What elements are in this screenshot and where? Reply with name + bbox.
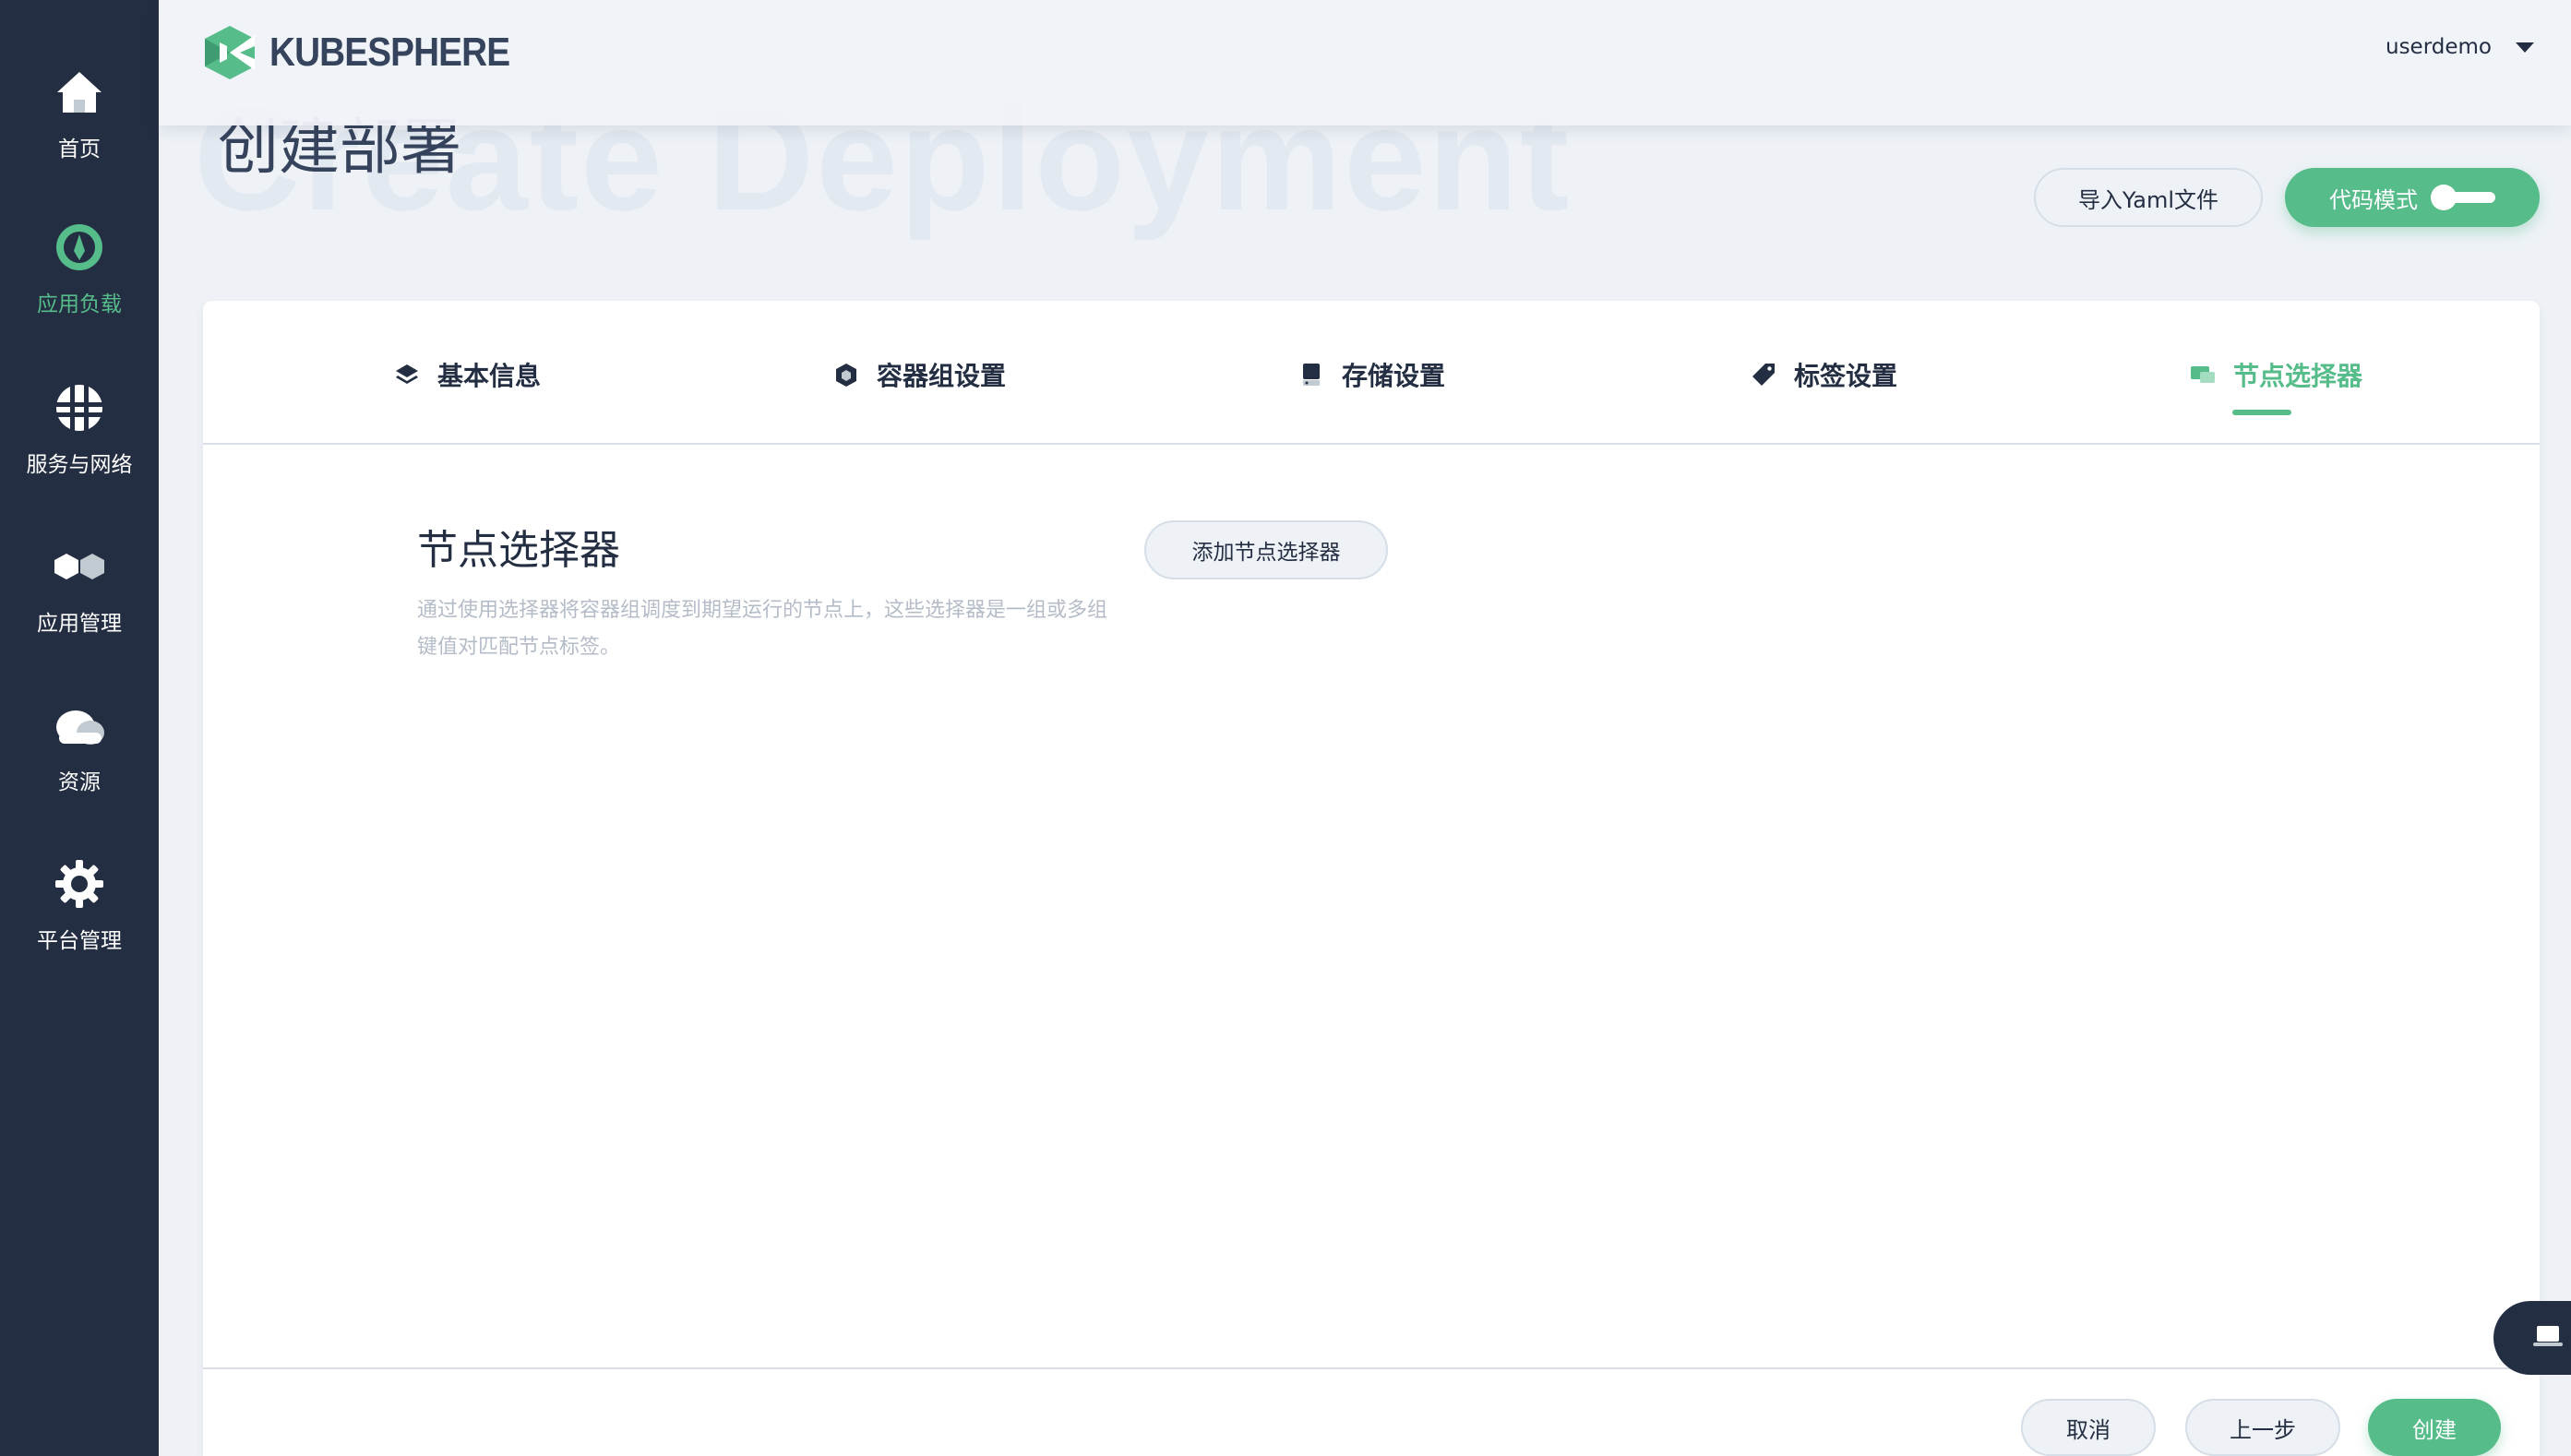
- sidebar-item-home[interactable]: 首页: [0, 65, 159, 203]
- sidebar-item-label: 服务与网络: [26, 453, 133, 477]
- cancel-button[interactable]: 取消: [2021, 1399, 2156, 1456]
- sidebar: 首页 应用负载 服务与网络 应用管理 资源 平台管理: [0, 0, 159, 1456]
- tab-label: 存储设置: [1342, 361, 1446, 391]
- deployment-wizard-card: 基本信息 容器组设置 存储设置 标签设置 节点选择器 节点选择器 通过使用选择器…: [203, 301, 2540, 1456]
- container-icon: [832, 361, 860, 388]
- tab-node-selector[interactable]: 节点选择器: [2189, 349, 2362, 400]
- import-yaml-button[interactable]: 导入Yaml文件: [2034, 168, 2263, 227]
- laptop-icon: [2532, 1323, 2564, 1353]
- sidebar-item-platform[interactable]: 平台管理: [0, 856, 159, 995]
- cloud-icon: [52, 698, 107, 753]
- top-header: KUBESPHERE userdemo: [159, 0, 2571, 125]
- tag-icon: [1750, 361, 1777, 388]
- kubesphere-logo-icon: [205, 26, 255, 79]
- create-button[interactable]: 创建: [2368, 1399, 2501, 1456]
- gear-icon: [52, 856, 107, 912]
- tab-storage-settings[interactable]: 存储设置: [1297, 349, 1445, 400]
- code-mode-toggle-button[interactable]: 代码模式: [2285, 168, 2540, 227]
- footer-divider: [203, 1367, 2540, 1369]
- username: userdemo: [2386, 35, 2492, 59]
- floating-toolbox-button[interactable]: [2493, 1301, 2571, 1375]
- tab-label: 标签设置: [1794, 361, 1898, 391]
- active-tab-indicator: [2232, 410, 2291, 415]
- tab-label: 容器组设置: [877, 361, 1007, 391]
- storage-icon: [1297, 361, 1325, 388]
- sidebar-item-app-management[interactable]: 应用管理: [0, 539, 159, 677]
- sidebar-item-resources[interactable]: 资源: [0, 698, 159, 836]
- sidebar-item-label: 资源: [58, 770, 101, 794]
- workload-icon: [52, 220, 107, 275]
- layers-icon: [393, 361, 421, 388]
- section-title: 节点选择器: [417, 527, 620, 574]
- switch-knob: [2431, 185, 2457, 210]
- node-icon: [2189, 361, 2217, 388]
- sidebar-item-network[interactable]: 服务与网络: [0, 380, 159, 519]
- tab-label-settings[interactable]: 标签设置: [1750, 349, 1897, 400]
- network-icon: [52, 380, 107, 436]
- logo[interactable]: KUBESPHERE: [203, 24, 543, 81]
- sidebar-item-label: 平台管理: [37, 929, 122, 953]
- section-description: 通过使用选择器将容器组调度到期望运行的节点上，这些选择器是一组或多组键值对匹配节…: [417, 599, 1108, 659]
- tab-label: 节点选择器: [2233, 361, 2363, 391]
- tab-label: 基本信息: [437, 361, 542, 391]
- home-icon: [52, 65, 107, 120]
- sidebar-item-label: 应用负载: [37, 292, 122, 316]
- code-mode-switch[interactable]: [2431, 185, 2497, 210]
- tab-container-settings[interactable]: 容器组设置: [832, 349, 1006, 400]
- sidebar-item-label: 首页: [58, 137, 101, 161]
- add-node-selector-button[interactable]: 添加节点选择器: [1144, 520, 1388, 579]
- tab-basic-info[interactable]: 基本信息: [393, 349, 541, 400]
- user-menu[interactable]: userdemo: [2386, 35, 2534, 59]
- logo-text: KUBESPHERE: [269, 30, 510, 75]
- sidebar-item-label: 应用管理: [37, 612, 122, 636]
- chevron-down-icon: [2516, 42, 2534, 53]
- previous-step-button[interactable]: 上一步: [2185, 1399, 2340, 1456]
- app-management-icon: [52, 539, 107, 594]
- sidebar-item-workload[interactable]: 应用负载: [0, 220, 159, 358]
- wizard-tabs: 基本信息 容器组设置 存储设置 标签设置 节点选择器: [203, 301, 2540, 445]
- code-mode-label: 代码模式: [2329, 186, 2418, 213]
